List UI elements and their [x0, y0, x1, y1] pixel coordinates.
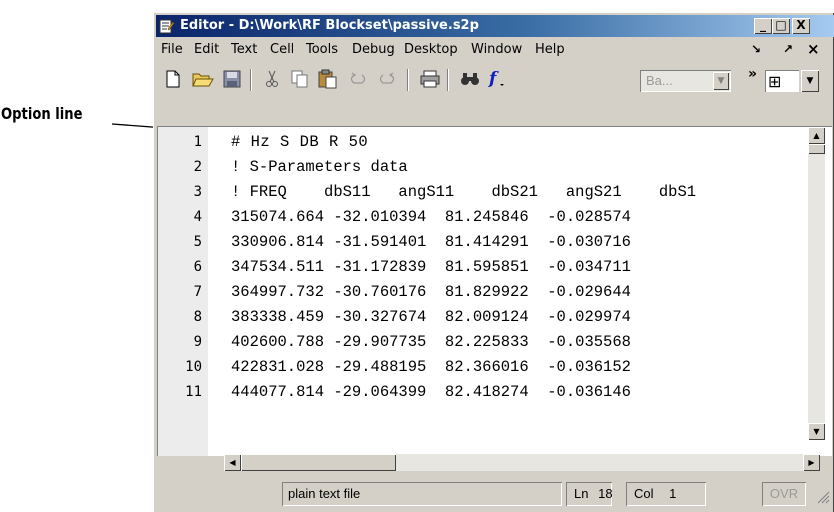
code-line: 3 ! FREQ dbS11 angS11 dbS21 angS21 dbS1 — [158, 180, 832, 204]
horizontal-scroll-thumb[interactable] — [241, 454, 396, 471]
column-status: Col 1 — [626, 482, 706, 506]
line-number: 3 — [193, 184, 202, 200]
menu-tools[interactable]: Tools — [306, 42, 338, 57]
title-bar[interactable]: Editor - D:\Work\RF Blockset\passive.s2p… — [156, 15, 834, 37]
code-line: 8 383338.459 -30.327674 82.009124 -0.029… — [158, 305, 832, 329]
open-file-icon[interactable] — [191, 68, 215, 90]
overwrite-mode-status: OVR — [762, 482, 806, 506]
save-icon[interactable] — [220, 68, 244, 90]
toolbar-separator — [250, 69, 252, 91]
code-line: 6 347534.511 -31.172839 81.595851 -0.034… — [158, 255, 832, 279]
font-combo-value: Ba... — [646, 73, 673, 88]
cut-icon[interactable] — [260, 68, 284, 90]
column-status-label: Col — [634, 486, 654, 501]
minimize-button[interactable]: _ — [754, 18, 772, 34]
function-icon[interactable]: f — [485, 68, 515, 90]
column-status-value: 1 — [669, 486, 677, 501]
chevron-down-icon[interactable]: ▼ — [713, 72, 729, 90]
editor-app-icon — [159, 19, 175, 34]
toolbar-overflow-button[interactable]: » — [748, 66, 757, 82]
menu-help[interactable]: Help — [535, 42, 565, 57]
file-type-status: plain text file — [282, 482, 562, 506]
dock-icon[interactable]: ↘ — [751, 42, 761, 56]
menu-window[interactable]: Window — [471, 42, 522, 57]
find-icon[interactable] — [458, 68, 482, 90]
line-status: Ln 18 — [566, 482, 613, 506]
line-number: 2 — [193, 159, 202, 175]
line-text: 315074.664 -32.010394 81.245846 -0.02857… — [231, 208, 631, 226]
line-number: 9 — [193, 334, 202, 350]
status-bar: plain text file Ln 18 Col 1 OVR — [156, 482, 834, 508]
line-text: 444077.814 -29.064399 82.418274 -0.03614… — [231, 383, 631, 401]
code-line: 1 # Hz S DB R 50 — [158, 130, 832, 154]
line-number: 5 — [193, 234, 202, 250]
horizontal-scrollbar[interactable]: ◀ ▶ — [224, 454, 820, 471]
paste-icon[interactable] — [316, 68, 340, 90]
redo-icon[interactable] — [375, 68, 399, 90]
copy-icon[interactable] — [288, 68, 312, 90]
layout-grid-button[interactable]: ⊞ — [765, 70, 799, 92]
line-text: 347534.511 -31.172839 81.595851 -0.03471… — [231, 258, 631, 276]
line-status-label: Ln — [574, 486, 589, 501]
line-number: 10 — [185, 359, 202, 375]
resize-grip-icon[interactable] — [816, 490, 830, 504]
line-number: 4 — [193, 209, 202, 225]
line-number: 11 — [185, 384, 202, 400]
print-icon[interactable] — [418, 68, 442, 90]
menu-debug[interactable]: Debug — [352, 42, 395, 57]
code-line: 2 ! S-Parameters data — [158, 155, 832, 179]
toolbar-separator — [407, 69, 409, 91]
code-line: 11 444077.814 -29.064399 82.418274 -0.03… — [158, 380, 832, 404]
maximize-button[interactable]: □ — [772, 18, 790, 34]
undock-icon[interactable]: ↗ — [783, 42, 793, 56]
scroll-right-icon[interactable]: ▶ — [803, 454, 820, 471]
menu-text[interactable]: Text — [231, 42, 257, 57]
line-number: 8 — [193, 309, 202, 325]
line-text: ! FREQ dbS11 angS11 dbS21 angS21 dbS1 — [231, 183, 697, 201]
line-text: ! S-Parameters data — [231, 158, 408, 176]
code-line: 10 422831.028 -29.488195 82.366016 -0.03… — [158, 355, 832, 379]
line-text: 422831.028 -29.488195 82.366016 -0.03615… — [231, 358, 631, 376]
toolbar: f Ba... ▼ » ⊞ ▼ — [156, 64, 834, 96]
text-editor[interactable]: 1 # Hz S DB R 50 2 ! S-Parameters data 3… — [157, 126, 832, 456]
vertical-scroll-thumb[interactable] — [808, 144, 825, 154]
menu-bar: File Edit Text Cell Tools Debug Desktop … — [156, 39, 834, 61]
window-title: Editor - D:\Work\RF Blockset\passive.s2p — [180, 18, 479, 33]
undo-icon[interactable] — [346, 68, 370, 90]
file-type-label: plain text file — [288, 486, 361, 501]
line-text: 383338.459 -30.327674 82.009124 -0.02997… — [231, 308, 631, 326]
option-line-text: # Hz S DB R 50 — [231, 133, 369, 151]
svg-text:f: f — [488, 69, 499, 89]
menu-desktop[interactable]: Desktop — [404, 42, 458, 57]
code-line: 5 330906.814 -31.591401 81.414291 -0.030… — [158, 230, 832, 254]
menu-cell[interactable]: Cell — [270, 42, 294, 57]
menu-file[interactable]: File — [161, 42, 183, 57]
line-number: 7 — [193, 284, 202, 300]
scroll-left-icon[interactable]: ◀ — [224, 454, 241, 471]
close-document-icon[interactable]: × — [807, 40, 820, 58]
line-text: 330906.814 -31.591401 81.414291 -0.03071… — [231, 233, 631, 251]
code-line: 7 364997.732 -30.760176 81.829922 -0.029… — [158, 280, 832, 304]
line-number: 6 — [193, 259, 202, 275]
scroll-down-icon[interactable]: ▼ — [808, 423, 825, 440]
overwrite-mode-label: OVR — [769, 486, 799, 501]
editor-window: Editor - D:\Work\RF Blockset\passive.s2p… — [153, 12, 834, 512]
chevron-down-icon[interactable]: ▼ — [801, 70, 819, 92]
line-number: 1 — [193, 134, 202, 150]
font-combo[interactable]: Ba... ▼ — [640, 70, 731, 92]
grid-layout-icon: ⊞ — [768, 71, 782, 91]
code-line: 9 402600.788 -29.907735 82.225833 -0.035… — [158, 330, 832, 354]
menu-edit[interactable]: Edit — [194, 42, 219, 57]
option-line-callout: Option line — [1, 104, 83, 123]
new-file-icon[interactable] — [161, 68, 185, 90]
toolbar-separator — [447, 69, 449, 91]
close-button[interactable]: X — [792, 18, 810, 34]
vertical-scrollbar[interactable]: ▲ ▼ — [808, 127, 825, 440]
line-status-value: 18 — [598, 486, 613, 501]
line-text: 364997.732 -30.760176 81.829922 -0.02964… — [231, 283, 631, 301]
code-line: 4 315074.664 -32.010394 81.245846 -0.028… — [158, 205, 832, 229]
scroll-up-icon[interactable]: ▲ — [808, 127, 825, 144]
line-text: 402600.788 -29.907735 82.225833 -0.03556… — [231, 333, 631, 351]
